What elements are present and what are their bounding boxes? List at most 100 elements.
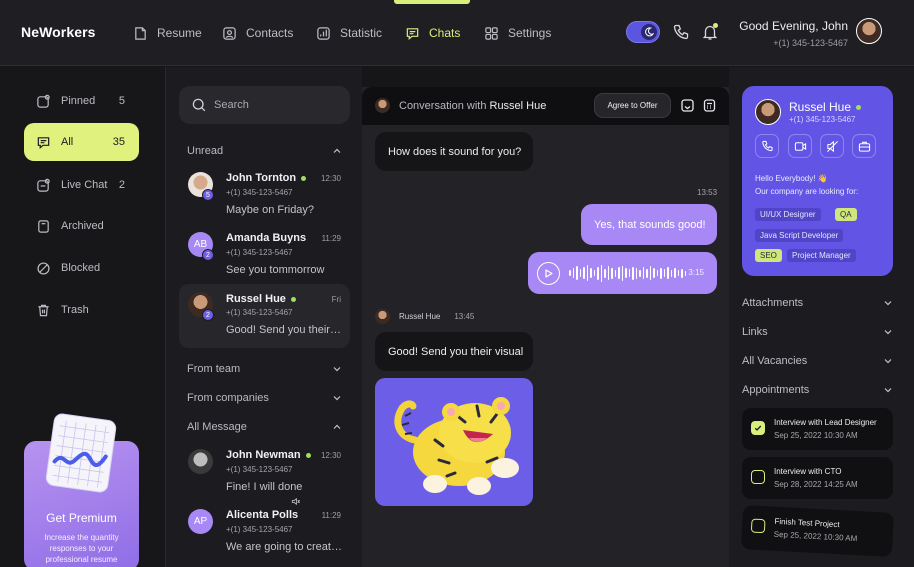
chat-name: John Tornton (226, 172, 307, 184)
bookmark-icon[interactable] (680, 98, 695, 113)
phone-icon[interactable] (672, 23, 690, 41)
accordion-appointments[interactable]: Appointments (742, 384, 893, 396)
message-sender: Russel Hue 13:45 (375, 309, 474, 324)
mute-speaker-icon (826, 140, 838, 152)
agree-to-offer-button[interactable]: Agree to Offer (594, 93, 671, 118)
sidebar-item-trash[interactable]: Trash (24, 291, 139, 329)
briefcase-button[interactable] (852, 134, 876, 158)
settings-icon (485, 26, 498, 40)
video-button[interactable] (788, 134, 812, 158)
chevron-down-icon (333, 367, 341, 372)
conversation-panel: Conversation with Russel Hue Agree to Of… (362, 87, 729, 567)
checkbox-checked[interactable] (751, 421, 765, 435)
chat-item-russel-hue[interactable]: 2 Russel Hue Fri +(1) 345-123-5467 Good!… (179, 284, 350, 348)
nav-statistic-label: Statistic (340, 26, 383, 40)
user-greeting: Good Evening, John +(1) 345-123-5467 (700, 19, 848, 48)
play-icon[interactable] (537, 262, 560, 285)
sidebar-item-live-chat[interactable]: Live Chat 2 (24, 166, 139, 204)
message-timestamp: 13:53 (697, 188, 718, 197)
sidebar-item-archived[interactable]: Archived (24, 207, 139, 245)
greeting-text: Good Evening, John (739, 19, 848, 33)
chat-preview: See you tommorrow (226, 264, 325, 276)
chat-item-john-newman[interactable]: John Newman 12:30 +(1) 345-123-5467 Fine… (179, 445, 350, 506)
appointment-item[interactable]: Finish Test Project Sep 25, 2022 10:30 A… (740, 505, 895, 557)
sidebar-item-label: Archived (61, 220, 104, 232)
checkbox[interactable] (750, 518, 766, 534)
nav-statistic[interactable]: Statistic (316, 0, 382, 66)
section-from-companies[interactable]: From companies (187, 392, 342, 404)
nav-contacts[interactable]: Contacts (222, 0, 293, 66)
checkbox[interactable] (751, 470, 765, 484)
live-chat-icon (37, 178, 50, 192)
accordion-all-vacancies[interactable]: All Vacancies (742, 355, 893, 367)
sidebar-item-all[interactable]: All 35 (24, 123, 139, 161)
section-all-message[interactable]: All Message (187, 421, 342, 433)
chat-list-panel: Unread 5 John Tornton 12:30 +(1) 345-123… (165, 67, 362, 567)
trash-icon (38, 304, 49, 316)
theme-toggle[interactable] (626, 21, 660, 43)
moon-icon (641, 24, 657, 40)
contacts-icon (223, 26, 236, 40)
search-box[interactable] (179, 86, 350, 124)
chat-phone: +(1) 345-123-5467 (226, 248, 293, 257)
waveform (569, 262, 686, 284)
unread-badge: 2 (202, 309, 214, 321)
premium-card[interactable]: Get Premium Increase the quantity respon… (24, 413, 139, 567)
chat-phone: +(1) 345-123-5467 (226, 525, 293, 534)
appointment-item[interactable]: Interview with CTO Sep 28, 2022 14:25 AM (742, 457, 893, 499)
calendar-icon[interactable] (702, 98, 717, 113)
chat-preview: We are going to creat… (226, 541, 341, 553)
accordion-links[interactable]: Links (742, 326, 893, 338)
appointment-title: Interview with Lead Designer (774, 418, 877, 427)
user-avatar[interactable] (856, 18, 882, 44)
tag-ui-ux-designer[interactable]: UI/UX Designer (755, 208, 821, 221)
tag-seo[interactable]: SEO (755, 249, 782, 262)
tag-qa[interactable]: QA (835, 208, 857, 221)
app-root: NeWorkers Resume Contacts Statistic Chat… (0, 0, 914, 567)
chat-name: Alicenta Polls (226, 509, 299, 521)
chat-item-alicenta-polls[interactable]: AP Alicenta Polls 11:29 +(1) 345-123-546… (179, 505, 350, 565)
message-outgoing: Yes, that sounds good! (581, 204, 717, 245)
sidebar-item-pinned[interactable]: Pinned 5 (24, 82, 139, 120)
check-icon (754, 425, 762, 431)
chevron-down-icon (884, 388, 892, 393)
accordion-label: Attachments (742, 297, 804, 309)
nav-settings[interactable]: Settings (484, 0, 551, 66)
online-indicator (301, 175, 307, 181)
chat-item-john-tornton[interactable]: 5 John Tornton 12:30 +(1) 345-123-5467 M… (179, 168, 350, 228)
unread-badge: 5 (202, 189, 214, 201)
profile-name-text: Russel Hue (789, 100, 852, 114)
conversation-title: Conversation with Russel Hue (399, 100, 546, 112)
chat-item-amanda-buyns[interactable]: AB 2 Amanda Buyns 11:29 +(1) 345-123-546… (179, 228, 350, 288)
tiger-sticker-image[interactable] (375, 378, 533, 506)
sidebar-item-blocked[interactable]: Blocked (24, 249, 139, 287)
accordion-attachments[interactable]: Attachments (742, 297, 893, 309)
tag-project-manager[interactable]: Project Manager (787, 249, 856, 262)
nav-resume[interactable]: Resume (133, 0, 202, 66)
voice-duration: 3:15 (688, 268, 704, 277)
statistic-icon (317, 26, 330, 40)
profile-message: Hello Everybody! 👋 Our company are looki… (755, 172, 858, 198)
appointment-date: Sep 25, 2022 10:30 AM (774, 431, 858, 440)
appointment-item[interactable]: Interview with Lead Designer Sep 25, 202… (742, 408, 893, 450)
profile-phone: +(1) 345-123-5467 (789, 115, 856, 124)
search-icon (192, 98, 206, 112)
chat-phone: +(1) 345-123-5467 (226, 465, 293, 474)
bookmark-icon (38, 219, 49, 233)
chevron-up-icon (333, 148, 341, 153)
tag-javascript-developer[interactable]: Java Script Developer (755, 229, 844, 242)
voice-message[interactable]: 3:15 (528, 252, 717, 294)
sidebar-item-label: Blocked (61, 262, 101, 274)
profile-avatar (755, 99, 781, 125)
premium-description: Increase the quantity responses to your … (44, 533, 119, 564)
search-input[interactable] (214, 99, 344, 111)
section-unread[interactable]: Unread (187, 145, 342, 157)
appointment-date: Sep 25, 2022 10:30 AM (773, 529, 858, 544)
section-from-team[interactable]: From team (187, 363, 342, 375)
nav-chats[interactable]: Chats (405, 0, 460, 66)
call-button[interactable] (755, 134, 779, 158)
mute-button[interactable] (820, 134, 844, 158)
chevron-up-icon (333, 424, 341, 429)
phone-call-icon (761, 140, 773, 151)
resume-icon (135, 26, 146, 40)
